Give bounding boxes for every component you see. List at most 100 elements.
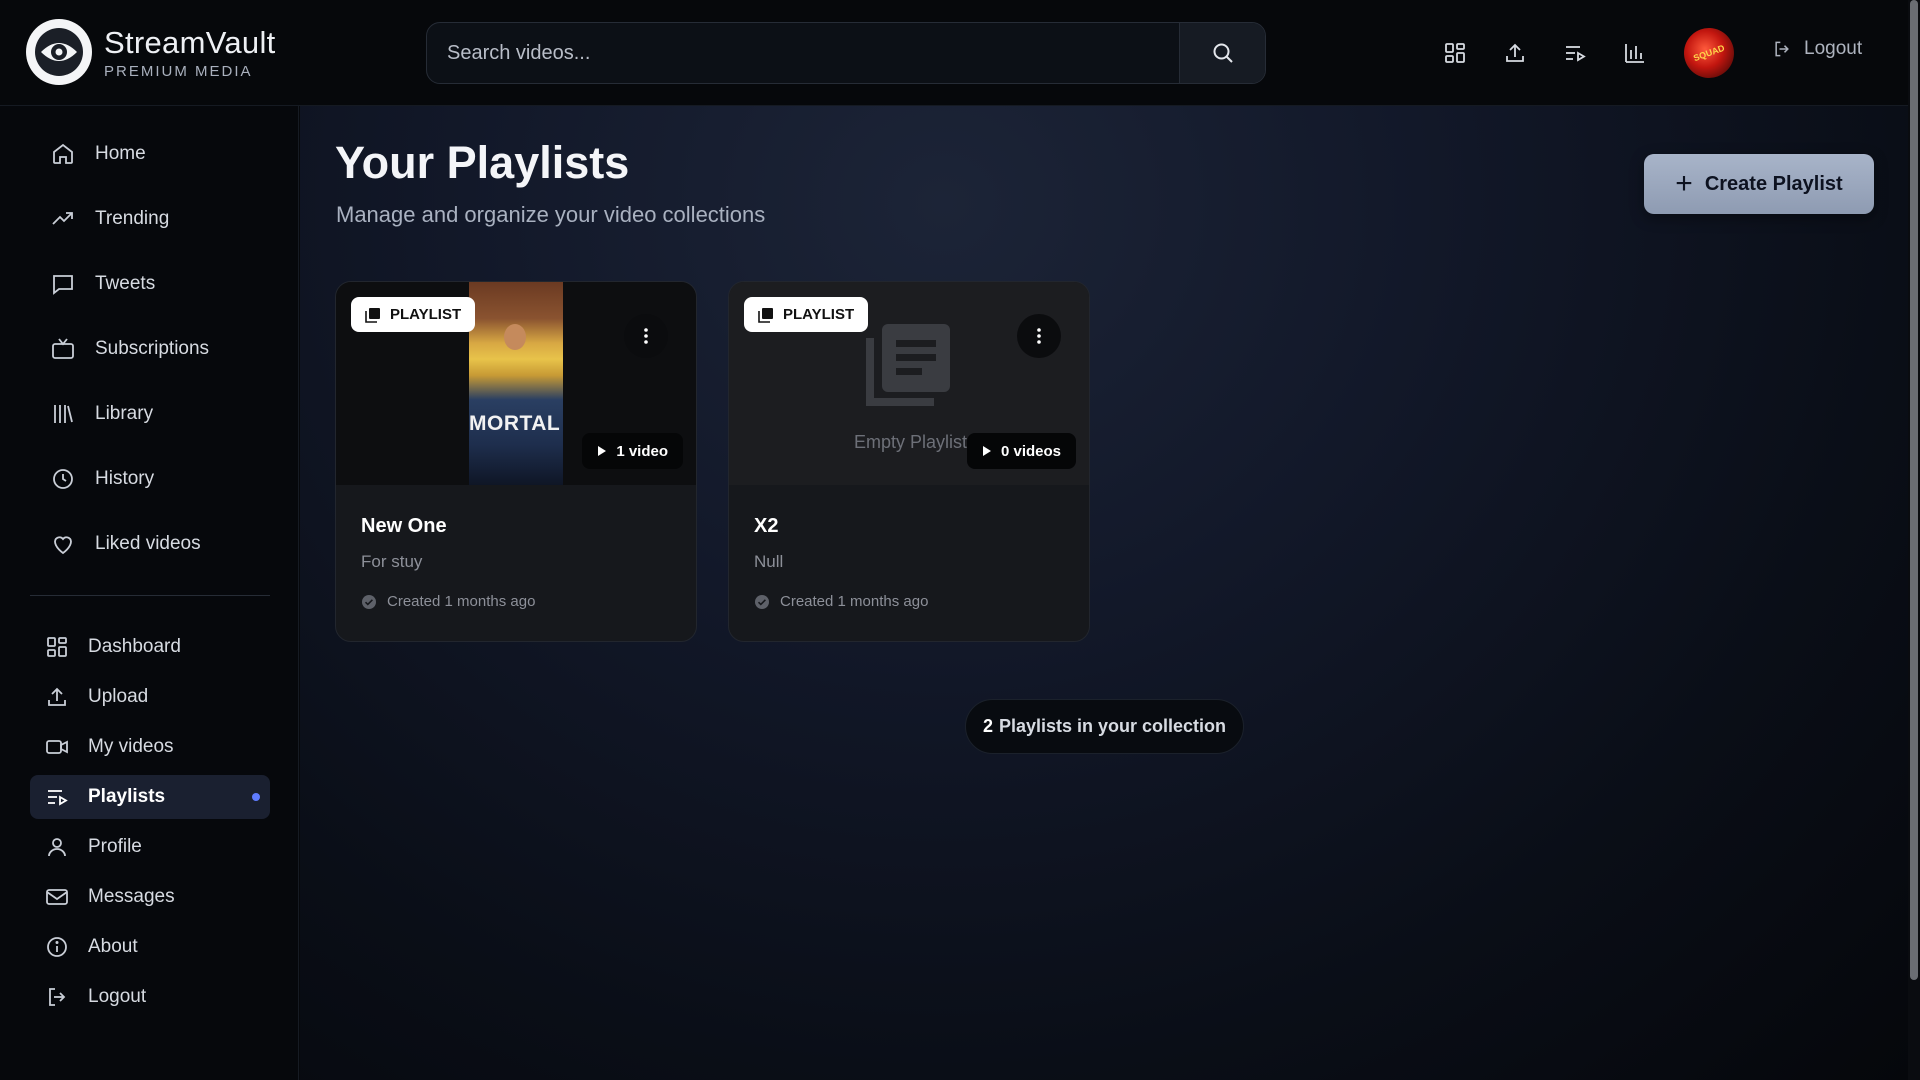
tv-icon [50,336,76,362]
search-icon [1213,43,1233,63]
playlist-summary-pill: 2 Playlists in your collection [965,699,1244,754]
top-header: StreamVault PREMIUM MEDIA Search videos.… [0,0,1920,106]
logout-icon [44,984,70,1010]
sidebar-item-messages[interactable]: Messages [30,875,270,919]
logo-eye-icon [26,19,92,85]
sidebar-item-label: History [95,468,155,489]
scrollbar-thumb[interactable] [1910,0,1918,980]
sidebar-item-subscriptions[interactable]: Subscriptions [30,327,270,371]
sidebar-item-library[interactable]: Library [30,392,270,436]
playlist-card[interactable]: MORTAL PLAYLIST 1 video New One For stuy… [335,281,697,642]
search-bar [426,22,1266,84]
playlist-created-date: Created 1 months ago [754,593,928,610]
brand-logo[interactable]: StreamVault PREMIUM MEDIA [26,19,276,85]
trending-icon [50,206,76,232]
sidebar-item-label: Messages [88,886,175,907]
play-icon [982,446,991,456]
dashboard-icon[interactable] [1438,36,1472,70]
stack-icon [365,307,380,323]
video-count-label: 0 videos [1000,442,1061,460]
sidebar-item-upload[interactable]: Upload [30,675,270,719]
page-subtitle: Manage and organize your video collectio… [336,202,766,227]
sidebar-divider [30,595,270,596]
sidebar-item-label: Trending [95,208,170,229]
playlist-description: For stuy [361,552,423,571]
sidebar-item-profile[interactable]: Profile [30,825,270,869]
stats-icon[interactable] [1618,36,1652,70]
home-icon [50,141,76,167]
video-thumbnail-image: MORTAL [469,282,563,485]
create-playlist-button[interactable]: + Create Playlist [1644,154,1874,214]
main-content: Your Playlists Manage and organize your … [300,106,1908,1080]
mail-icon [44,884,70,910]
clock-icon [50,466,76,492]
plus-icon: + [1675,167,1693,200]
playlist-badge: PLAYLIST [351,297,476,332]
sidebar-item-label: About [88,936,138,957]
video-count-badge: 1 video [582,433,683,469]
empty-playlist-label: Empty Playlist [854,432,968,452]
dashboard-icon [44,634,70,660]
sidebar-item-label: Library [95,403,154,424]
tweet-icon [50,271,76,297]
sidebar-item-dashboard[interactable]: Dashboard [30,625,270,669]
playlist-icon [44,784,70,810]
search-input[interactable] [427,23,1179,83]
sidebar-item-liked-videos[interactable]: Liked videos [30,522,270,566]
search-button[interactable] [1179,23,1265,83]
secondary-nav: Dashboard Upload My videos Playlists Pro… [30,625,270,1025]
created-label: Created 1 months ago [780,593,929,610]
playlist-title[interactable]: X2 [754,515,778,538]
sidebar-item-logout[interactable]: Logout [30,975,270,1019]
sidebar-item-label: Subscriptions [95,338,210,359]
sidebar-item-history[interactable]: History [30,457,270,501]
empty-playlist-icon [866,320,954,413]
check-circle-icon [755,594,769,609]
created-label: Created 1 months ago [387,593,536,610]
thumbnail-person [504,324,526,350]
upload-icon[interactable] [1498,36,1532,70]
info-icon [44,934,70,960]
sidebar-item-tweets[interactable]: Tweets [30,262,270,306]
playlist-title[interactable]: New One [361,515,447,538]
sidebar-item-label: Playlists [88,786,166,807]
more-vertical-icon [644,328,648,344]
thumbnail-text: MORTAL [469,412,561,435]
header-logout-label: Logout [1804,38,1863,59]
more-options-button[interactable] [1017,314,1061,358]
sidebar: Home Trending Tweets Subscriptions Libra… [0,106,299,1080]
logout-icon [1775,41,1789,57]
playlist-icon[interactable] [1558,36,1592,70]
playlist-badge-label: PLAYLIST [783,306,855,323]
sidebar-item-label: Liked videos [95,533,201,554]
playlist-badge-label: PLAYLIST [390,306,462,323]
sidebar-item-label: Home [95,143,146,164]
video-count-label: 1 video [616,442,668,460]
user-avatar[interactable]: SQUAD [1676,20,1742,86]
primary-nav: Home Trending Tweets Subscriptions Libra… [30,132,270,587]
page-scrollbar[interactable] [1908,0,1920,1080]
sidebar-item-my-videos[interactable]: My videos [30,725,270,769]
sidebar-item-label: Tweets [95,273,156,294]
playlist-thumbnail[interactable]: MORTAL PLAYLIST 1 video [336,282,696,485]
more-options-button[interactable] [624,314,668,358]
heart-icon [50,531,76,557]
upload-icon [44,684,70,710]
sidebar-item-home[interactable]: Home [30,132,270,176]
sidebar-item-label: Dashboard [88,636,181,657]
brand-tagline: PREMIUM MEDIA [104,62,253,80]
header-logout-button[interactable]: Logout [1772,38,1862,60]
sidebar-item-playlists[interactable]: Playlists [30,775,270,819]
sidebar-item-label: Profile [88,836,142,857]
sidebar-item-about[interactable]: About [30,925,270,969]
playlist-badge: PLAYLIST [744,297,869,332]
playlist-description: Null [754,552,784,571]
sidebar-item-trending[interactable]: Trending [30,197,270,241]
video-icon [44,734,70,760]
playlist-count: 2 [982,716,993,736]
playlist-card[interactable]: Empty Playlist PLAYLIST 0 videos X2 Null… [728,281,1090,642]
playlist-summary-text: Playlists in your collection [998,716,1227,736]
sidebar-item-label: My videos [88,736,174,757]
page-title: Your Playlists [335,137,630,188]
playlist-thumbnail[interactable]: Empty Playlist PLAYLIST 0 videos [729,282,1089,485]
